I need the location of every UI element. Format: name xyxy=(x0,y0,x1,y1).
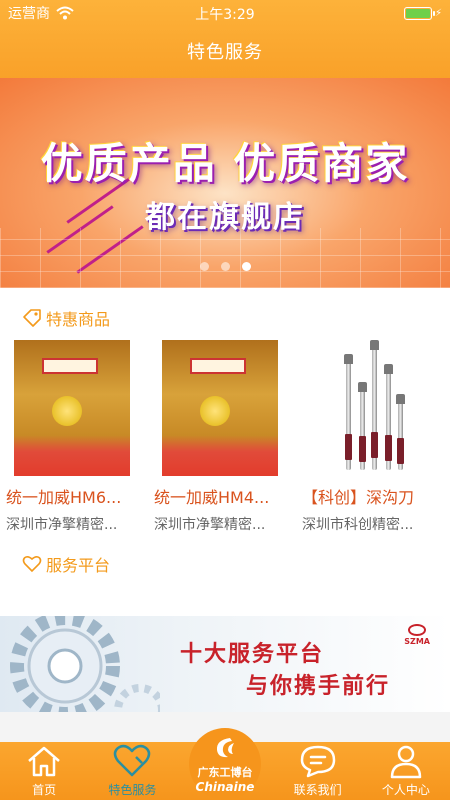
tab-label: 首页 xyxy=(32,783,57,797)
product-shop: 深圳市科创精密... xyxy=(302,517,414,533)
user-icon xyxy=(390,745,422,779)
battery-icon: ⚡ xyxy=(403,6,442,20)
section-title: 服务平台 xyxy=(46,556,111,575)
product-image[interactable] xyxy=(310,340,426,476)
featured-products-section: 特惠商品 统一加威HM6... 深圳市净擎精密... 统一加威HM4... 深圳… xyxy=(0,288,450,538)
product-image[interactable] xyxy=(162,340,278,476)
section-header-services: 服务平台 xyxy=(0,552,110,576)
brand-name-en: Chinaine xyxy=(195,779,255,794)
swirl-logo-icon xyxy=(216,737,234,757)
section-header-featured: 特惠商品 xyxy=(0,306,110,330)
product-shop: 深圳市净擎精密... xyxy=(6,517,118,533)
section-title: 特惠商品 xyxy=(46,310,111,329)
tab-label: 个人中心 xyxy=(381,783,430,797)
brand-logo[interactable]: 广东工博台 Chinaine xyxy=(189,728,261,800)
product-name[interactable]: 【科创】深沟刀 xyxy=(302,484,430,508)
promo-banner[interactable]: 优质产品 优质商家 都在旗舰店 xyxy=(0,78,450,288)
tab-label: 联系我们 xyxy=(293,783,342,797)
carousel-indicator[interactable] xyxy=(0,262,450,271)
tag-icon xyxy=(23,309,41,327)
service-banner-line2: 与你携手前行 xyxy=(246,674,391,699)
gear-icon xyxy=(10,616,160,712)
szma-logo: SZMA xyxy=(404,624,430,646)
wifi-icon xyxy=(56,6,74,20)
product-card[interactable]: 统一加威HM6... 深圳市净擎精密... xyxy=(0,340,132,534)
product-shop: 深圳市净擎精密... xyxy=(154,517,266,533)
product-image[interactable] xyxy=(14,340,130,476)
brand-name-cn: 广东工博台 xyxy=(197,765,253,779)
product-name[interactable]: 统一加威HM6... xyxy=(6,484,134,508)
carousel-dot-active[interactable] xyxy=(241,262,251,271)
tab-contact[interactable]: 联系我们 xyxy=(274,742,362,800)
bottom-tab-bar: 首页 特色服务 广东工博台 Chinaine 联系我们 个人中心 xyxy=(0,728,450,800)
home-icon xyxy=(28,746,60,777)
carousel-dot[interactable] xyxy=(220,262,230,271)
product-card[interactable]: 统一加威HM4... 深圳市净擎精密... xyxy=(148,340,280,534)
app-header: 运营商 ⚡ 上午3:29 特色服务 xyxy=(0,0,450,78)
heart-icon xyxy=(114,744,151,777)
product-card[interactable]: 【科创】深沟刀 深圳市科创精密... xyxy=(296,340,428,534)
chat-icon xyxy=(300,745,335,778)
page-title: 特色服务 xyxy=(187,42,263,63)
service-platform-banner[interactable]: 十大服务平台 与你携手前行 SZMA xyxy=(0,616,450,712)
carousel-dot[interactable] xyxy=(199,262,209,271)
tab-home[interactable]: 首页 xyxy=(0,742,88,800)
heart-icon xyxy=(22,555,42,573)
service-banner-line1: 十大服务平台 xyxy=(180,642,325,667)
tab-label: 特色服务 xyxy=(108,783,157,797)
carrier-label: 运营商 xyxy=(8,6,50,22)
tab-profile[interactable]: 个人中心 xyxy=(362,742,450,800)
tab-center-logo[interactable]: 广东工博台 Chinaine xyxy=(176,728,273,800)
status-bar: 运营商 ⚡ xyxy=(0,0,450,26)
banner-headline: 优质产品 优质商家 xyxy=(40,139,410,188)
tab-featured-services[interactable]: 特色服务 xyxy=(88,742,176,800)
services-section: 服务平台 xyxy=(0,538,450,616)
product-name[interactable]: 统一加威HM4... xyxy=(154,484,282,508)
banner-subheadline: 都在旗舰店 xyxy=(145,200,305,235)
